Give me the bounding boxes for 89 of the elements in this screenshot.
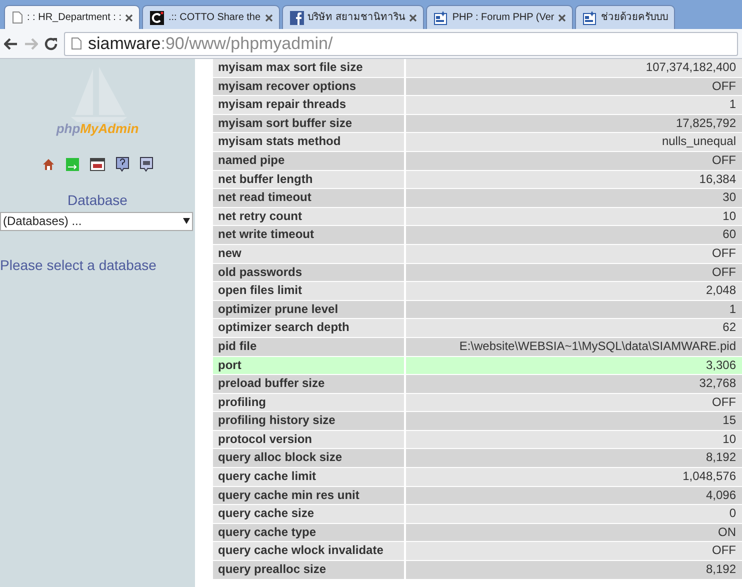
- close-icon[interactable]: [558, 14, 566, 22]
- variable-value-cell: 30: [406, 189, 742, 207]
- page-icon: [71, 37, 82, 50]
- dropdown-arrow-icon: [183, 218, 190, 224]
- variable-value-cell: ON: [406, 524, 742, 542]
- variable-name-cell: myisam max sort file size: [213, 59, 406, 77]
- variable-value-cell: 1: [406, 96, 742, 114]
- variable-name-cell: optimizer search depth: [213, 319, 406, 337]
- variable-value-cell: 0: [406, 505, 742, 523]
- sql-query-icon[interactable]: [140, 156, 153, 172]
- browser-tab[interactable]: บริษัท สยามชานิทาริน: [282, 5, 424, 29]
- variable-name-cell: profiling history size: [213, 412, 406, 430]
- c-logo-icon: [150, 10, 164, 24]
- close-icon[interactable]: [125, 14, 134, 22]
- window-icon: [434, 10, 448, 24]
- variable-value-cell: 10: [406, 208, 742, 226]
- sql-window-icon[interactable]: [90, 158, 105, 170]
- variable-value-cell: 1,048,576: [406, 468, 742, 486]
- tab-title: ช่วยด้วยครับบบ: [601, 10, 668, 25]
- tab-title: PHP : Forum PHP (Ver: [452, 11, 554, 25]
- phpmyadmin-logo: phpMyAdmin: [56, 120, 139, 138]
- variable-name-cell: preload buffer size: [213, 375, 406, 393]
- variable-value-cell: 107,374,182,400: [406, 59, 742, 77]
- variable-value-cell: 8,192: [406, 561, 742, 579]
- variable-name-cell: query cache size: [213, 505, 406, 523]
- variable-value-cell: nulls_unequal: [406, 133, 742, 151]
- variable-name-cell: protocol version: [213, 430, 406, 448]
- variable-value-cell: 16,384: [406, 170, 742, 188]
- variable-name-cell: net write timeout: [213, 226, 406, 244]
- variable-name-cell: query prealloc size: [213, 561, 406, 579]
- variable-value-cell: 32,768: [406, 375, 742, 393]
- variable-name-cell: net retry count: [213, 208, 406, 226]
- variable-name-cell: profiling: [213, 394, 406, 412]
- back-icon[interactable]: [4, 38, 18, 50]
- url-text: siamware:90/www/phpmyadmin/: [88, 32, 333, 55]
- variable-name-cell: pid file: [213, 338, 406, 356]
- variable-value-cell: 62: [406, 319, 742, 337]
- variable-value-cell: E:\website\WEBSIA~1\MySQL\data\SIAMWARE.pid: [406, 338, 742, 356]
- browser-tab[interactable]: : : HR_Department : :: [4, 5, 140, 29]
- variable-value-cell: 4,096: [406, 486, 742, 504]
- variable-value-cell: 60: [406, 226, 742, 244]
- tab-title: บริษัท สยามชานิทาริน: [308, 11, 406, 25]
- variable-value-cell: 2,048: [406, 282, 742, 300]
- variable-value-cell: OFF: [406, 264, 742, 282]
- variable-name-cell: net buffer length: [213, 170, 406, 188]
- variable-name-cell: myisam sort buffer size: [213, 114, 406, 132]
- variable-value-cell: 1: [406, 300, 742, 318]
- database-select[interactable]: (Databases) ...: [0, 212, 193, 230]
- help-icon[interactable]: [116, 156, 129, 172]
- variable-name-cell: myisam recover options: [213, 78, 406, 96]
- variable-value-cell: 10: [406, 430, 742, 448]
- window-icon: [583, 10, 598, 24]
- variable-value-cell: OFF: [406, 152, 742, 170]
- database-label: Database: [68, 190, 128, 210]
- variable-name-cell: myisam repair threads: [213, 96, 406, 114]
- tab-title: .:: COTTO Share the: [168, 11, 261, 25]
- variable-name-cell: query cache wlock invalidate: [213, 542, 406, 560]
- address-field[interactable]: siamware:90/www/phpmyadmin/: [64, 32, 738, 56]
- variable-name-cell: query cache limit: [213, 468, 406, 486]
- variable-value-cell: OFF: [406, 394, 742, 412]
- home-icon[interactable]: [42, 158, 55, 170]
- reload-icon[interactable]: [44, 36, 58, 50]
- variable-value-cell: OFF: [406, 244, 742, 263]
- variable-name-cell: old passwords: [213, 264, 406, 282]
- variable-name-cell: port: [213, 356, 406, 374]
- variable-value-cell: 15: [406, 412, 742, 430]
- tab-title: : : HR_Department : :: [27, 11, 122, 25]
- variable-value-cell: OFF: [406, 542, 742, 560]
- variable-value-cell: 3,306: [406, 356, 742, 374]
- variable-name-cell: query alloc block size: [213, 449, 406, 468]
- variable-name-cell: optimizer prune level: [213, 300, 406, 318]
- close-icon[interactable]: [264, 14, 273, 22]
- variable-name-cell: named pipe: [213, 152, 406, 170]
- close-icon[interactable]: [409, 14, 418, 22]
- variable-name-cell: net read timeout: [213, 189, 406, 207]
- f-logo-icon: [290, 10, 304, 24]
- variable-name-cell: new: [213, 244, 406, 263]
- variable-name-cell: query cache min res unit: [213, 486, 406, 504]
- variable-name-cell: open files limit: [213, 282, 406, 300]
- browser-tab[interactable]: PHP : Forum PHP (Ver: [426, 5, 574, 29]
- select-database-message: Please select a database: [0, 256, 156, 274]
- variable-value-cell: OFF: [406, 78, 742, 96]
- variable-value-cell: 17,825,792: [406, 114, 742, 132]
- variable-value-cell: 8,192: [406, 449, 742, 468]
- browser-tab[interactable]: ช่วยด้วยครับบบ: [575, 5, 676, 29]
- page-icon: [12, 11, 23, 24]
- browser-tab[interactable]: .:: COTTO Share the: [142, 5, 280, 29]
- variable-name-cell: query cache type: [213, 524, 406, 542]
- variable-name-cell: myisam stats method: [213, 133, 406, 151]
